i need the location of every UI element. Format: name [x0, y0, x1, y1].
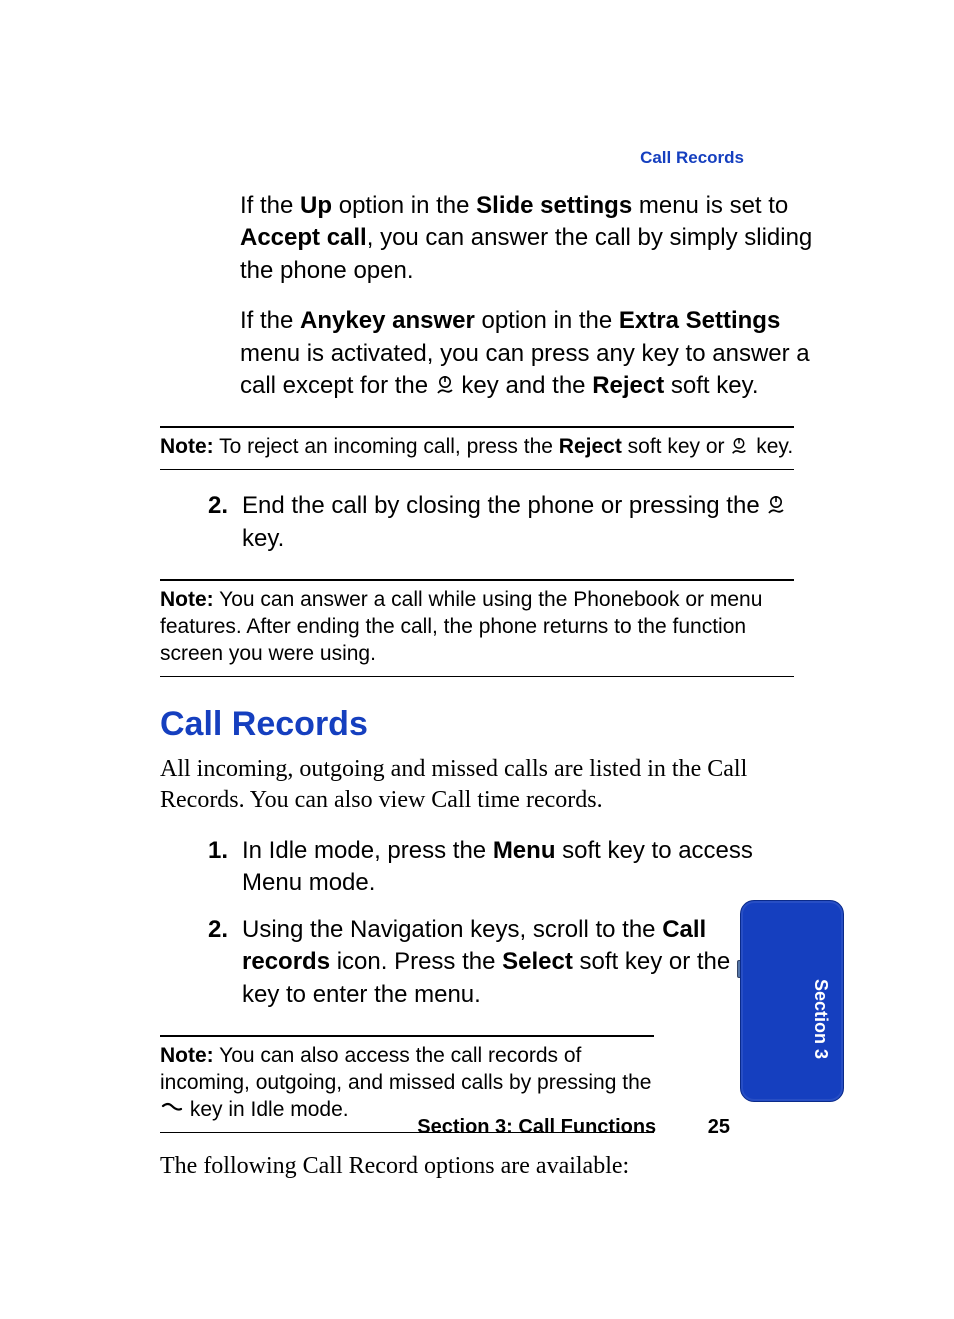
- section-tab-label: Section 3: [810, 979, 831, 1059]
- list-item: 1. In Idle mode, press the Menu soft key…: [160, 835, 794, 900]
- text: key to enter the menu.: [242, 981, 481, 1008]
- text: soft key.: [664, 372, 758, 399]
- section-heading: Call Records: [160, 705, 834, 744]
- step-text: Using the Navigation keys, scroll to the…: [242, 914, 794, 1011]
- list-item: 2. End the call by closing the phone or …: [160, 490, 794, 555]
- text: menu is set to: [632, 192, 788, 219]
- text: soft key or the: [573, 948, 737, 975]
- intro-block: If the Up option in the Slide settings m…: [240, 190, 814, 402]
- list-item: 2. Using the Navigation keys, scroll to …: [160, 914, 794, 1011]
- send-key-icon: [160, 1099, 184, 1115]
- bold-anykey: Anykey answer: [300, 307, 475, 334]
- step-number: 1.: [160, 835, 242, 867]
- footer-section: Section 3: Call Functions: [417, 1116, 656, 1138]
- bold-menu: Menu: [493, 837, 556, 864]
- intro-p2: If the Anykey answer option in the Extra…: [240, 305, 814, 402]
- note-phonebook: Note: You can answer a call while using …: [160, 579, 794, 677]
- section-tab: Section 3: [740, 900, 844, 1102]
- text: option in the: [475, 307, 619, 334]
- text: You can answer a call while using the Ph…: [160, 588, 762, 665]
- bold-slide-settings: Slide settings: [476, 192, 632, 219]
- running-header: Call Records: [640, 148, 744, 168]
- bold-reject: Reject: [559, 435, 622, 458]
- intro-p1: If the Up option in the Slide settings m…: [240, 190, 814, 287]
- text: If the: [240, 192, 300, 219]
- step-text: End the call by closing the phone or pre…: [242, 490, 794, 555]
- step-text: In Idle mode, press the Menu soft key to…: [242, 835, 794, 900]
- text: soft key or: [622, 435, 731, 458]
- text: key.: [750, 435, 793, 458]
- text: key.: [242, 525, 284, 552]
- text: option in the: [332, 192, 476, 219]
- bold-extra-settings: Extra Settings: [619, 307, 780, 334]
- text: Using the Navigation keys, scroll to the: [242, 916, 662, 943]
- step-number: 2.: [160, 914, 242, 946]
- note-label: Note:: [160, 435, 214, 458]
- bold-up: Up: [300, 192, 332, 219]
- text: To reject an incoming call, press the: [214, 435, 559, 458]
- bold-reject: Reject: [592, 372, 664, 399]
- power-end-key-icon: [435, 374, 455, 396]
- power-end-key-icon: [730, 437, 750, 459]
- text: icon. Press the: [330, 948, 502, 975]
- text: key and the: [455, 372, 592, 399]
- text: In Idle mode, press the: [242, 837, 493, 864]
- page-footer: Section 3: Call Functions 25: [0, 1116, 954, 1139]
- note-label: Note:: [160, 1044, 214, 1067]
- page: Call Records If the Up option in the Sli…: [0, 0, 954, 1319]
- power-end-key-icon: [766, 494, 786, 516]
- step-number: 2.: [160, 490, 242, 522]
- closing-text: The following Call Record options are av…: [160, 1153, 654, 1180]
- footer-page-number: 25: [708, 1116, 730, 1139]
- text: You can also access the call records of …: [160, 1044, 651, 1094]
- call-records-steps: 1. In Idle mode, press the Menu soft key…: [160, 835, 794, 1011]
- note-label: Note:: [160, 588, 214, 611]
- text: If the: [240, 307, 300, 334]
- step-end-call: 2. End the call by closing the phone or …: [160, 490, 794, 555]
- section-intro: All incoming, outgoing and missed calls …: [160, 754, 794, 817]
- note-reject: Note: To reject an incoming call, press …: [160, 426, 794, 470]
- bold-accept-call: Accept call: [240, 224, 367, 251]
- bold-select: Select: [502, 948, 573, 975]
- text: End the call by closing the phone or pre…: [242, 492, 766, 519]
